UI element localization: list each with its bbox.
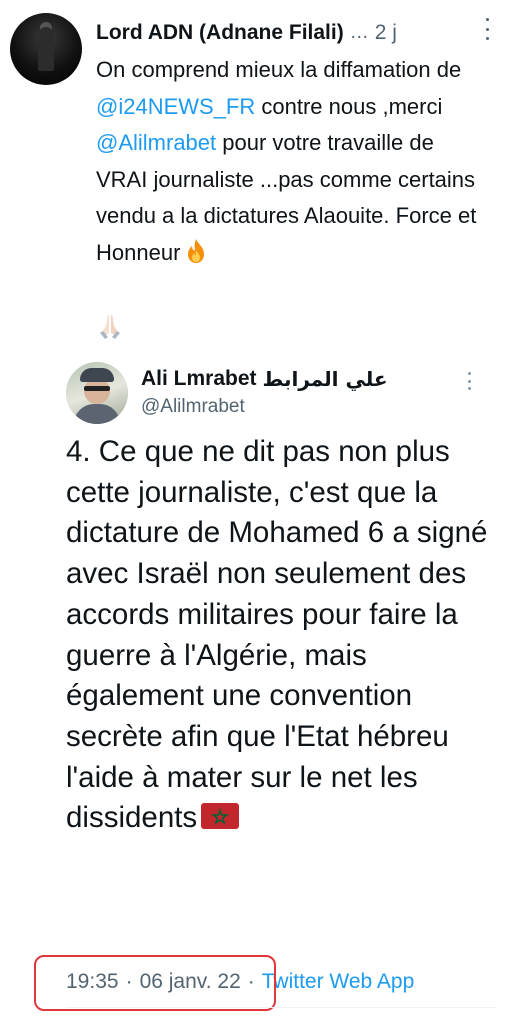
- tweet-header: Lord ADN (Adnane Filali) … 2 j: [96, 14, 501, 52]
- avatar-glasses: [84, 386, 110, 391]
- morocco-flag-emoji-icon: [201, 803, 240, 830]
- quoted-tweet-text: 4. Ce que ne dit pas non plus cette jour…: [66, 432, 496, 839]
- fire-emoji-icon: [188, 238, 205, 263]
- quoted-more-options-icon[interactable]: [466, 372, 472, 390]
- tweet-text-part: contre nous ,merci: [255, 93, 443, 119]
- mention-link-i24news[interactable]: @i24NEWS_FR: [96, 94, 255, 119]
- avatar-cap: [80, 368, 114, 382]
- more-options-icon[interactable]: [484, 18, 490, 40]
- mention-link-alilmrabet[interactable]: @Alilmrabet: [96, 130, 216, 155]
- folded-hands-emoji-icon: [100, 315, 120, 339]
- quoted-author-handle[interactable]: @Alilmrabet: [141, 396, 245, 418]
- timestamp-highlight-box: [34, 955, 276, 1011]
- quoted-tweet-body: 4. Ce que ne dit pas non plus cette jour…: [66, 435, 488, 835]
- source-app-link[interactable]: Twitter Web App: [262, 970, 415, 994]
- avatar-silhouette-body: [38, 27, 54, 71]
- tweet-text: On comprend mieux la diffamation de @i24…: [96, 52, 491, 271]
- quoted-author-avatar[interactable]: [66, 362, 128, 424]
- tweet-time[interactable]: 2 j: [375, 21, 397, 45]
- quoted-author-name[interactable]: Ali Lmrabet: [141, 367, 257, 391]
- divider: [66, 1007, 496, 1008]
- quoted-author-name-arabic: علي المرابط: [262, 367, 388, 391]
- tweet-text-part: On comprend mieux la diffamation de: [96, 57, 462, 82]
- author-name[interactable]: Lord ADN (Adnane Filali): [96, 21, 344, 45]
- name-ellipsis: …: [349, 22, 369, 43]
- author-avatar[interactable]: [10, 13, 82, 85]
- quoted-author-name-row[interactable]: Ali Lmrabet علي المرابط: [141, 365, 388, 393]
